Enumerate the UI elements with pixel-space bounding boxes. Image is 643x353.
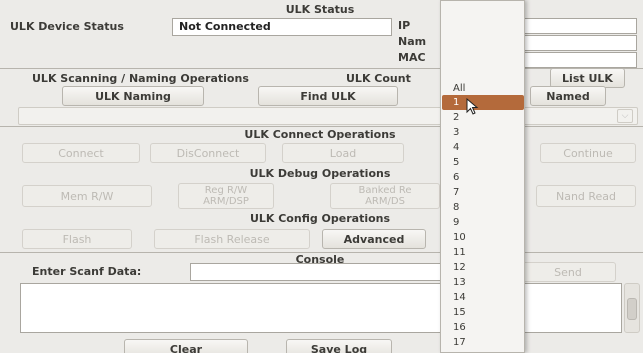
banked-reg-button[interactable]: Banked Re ARM/DS bbox=[330, 183, 440, 209]
dropdown-item-9[interactable]: 9 bbox=[442, 215, 524, 230]
dropdown-item-15[interactable]: 15 bbox=[442, 305, 524, 320]
scanf-label: Enter Scanf Data: bbox=[32, 265, 142, 278]
reg-rw-line2: ARM/DSP bbox=[203, 196, 249, 207]
reg-rw-line1: Reg R/W bbox=[204, 185, 248, 196]
continue-button[interactable]: Continue bbox=[540, 143, 636, 163]
dropdown-item-8[interactable]: 8 bbox=[442, 200, 524, 215]
dropdown-item-10[interactable]: 10 bbox=[442, 230, 524, 245]
dropdown-item-12[interactable]: 12 bbox=[442, 260, 524, 275]
device-status-label: ULK Device Status bbox=[10, 20, 124, 33]
dropdown-item-4[interactable]: 4 bbox=[442, 140, 524, 155]
dropdown-item-3[interactable]: 3 bbox=[442, 125, 524, 140]
status-header: ULK Status bbox=[285, 3, 355, 16]
console-output[interactable] bbox=[20, 283, 622, 333]
name-label: Nam bbox=[398, 35, 427, 48]
load-button[interactable]: Load bbox=[282, 143, 404, 163]
ulk-count-dropdown[interactable]: All 1 2 3 4 5 6 7 8 9 10 11 12 13 14 15 … bbox=[440, 0, 525, 353]
mac-label: MAC bbox=[398, 51, 426, 64]
scanf-input[interactable] bbox=[190, 263, 450, 281]
debug-header: ULK Debug Operations bbox=[249, 167, 391, 180]
ulk-count-label: ULK Count bbox=[346, 72, 411, 85]
dropdown-item-5[interactable]: 5 bbox=[442, 155, 524, 170]
scrollbar-thumb[interactable] bbox=[627, 298, 637, 320]
dropdown-item-16[interactable]: 16 bbox=[442, 320, 524, 335]
flash-release-button[interactable]: Flash Release bbox=[154, 229, 310, 249]
clear-button[interactable]: Clear bbox=[124, 339, 248, 353]
dropdown-item-7[interactable]: 7 bbox=[442, 185, 524, 200]
disconnect-button[interactable]: DisConnect bbox=[150, 143, 266, 163]
dropdown-item-11[interactable]: 11 bbox=[442, 245, 524, 260]
ip-label: IP bbox=[398, 19, 411, 32]
ulk-select-combo[interactable]: ⌵ bbox=[18, 107, 638, 125]
device-status-value: Not Connected bbox=[179, 20, 271, 33]
dropdown-item-14[interactable]: 14 bbox=[442, 290, 524, 305]
banked-reg-line2: ARM/DS bbox=[365, 196, 405, 207]
nand-read-button[interactable]: Nand Read bbox=[536, 185, 636, 207]
named-button[interactable]: Named bbox=[530, 86, 606, 106]
dropdown-item-17[interactable]: 17 bbox=[442, 335, 524, 350]
list-ulk-button[interactable]: List ULK bbox=[550, 68, 625, 88]
separator bbox=[0, 68, 643, 69]
config-header: ULK Config Operations bbox=[249, 212, 391, 225]
save-log-button[interactable]: Save Log bbox=[286, 339, 392, 353]
console-scrollbar[interactable] bbox=[624, 283, 640, 333]
mouse-cursor-icon bbox=[466, 98, 479, 115]
dropdown-item-13[interactable]: 13 bbox=[442, 275, 524, 290]
scanning-header: ULK Scanning / Naming Operations bbox=[32, 72, 249, 85]
reg-rw-button[interactable]: Reg R/W ARM/DSP bbox=[178, 183, 274, 209]
connect-button[interactable]: Connect bbox=[22, 143, 140, 163]
dropdown-item-2[interactable]: 2 bbox=[442, 110, 524, 125]
mem-rw-button[interactable]: Mem R/W bbox=[22, 185, 152, 207]
chevron-down-icon[interactable]: ⌵ bbox=[617, 109, 633, 123]
advanced-button[interactable]: Advanced bbox=[322, 229, 426, 249]
flash-button[interactable]: Flash bbox=[22, 229, 132, 249]
ulk-naming-button[interactable]: ULK Naming bbox=[62, 86, 204, 106]
banked-reg-line1: Banked Re bbox=[358, 185, 412, 196]
dropdown-item-all[interactable]: All bbox=[442, 81, 524, 96]
dropdown-item-1[interactable]: 1 bbox=[442, 95, 524, 110]
name-field[interactable] bbox=[524, 35, 637, 51]
ip-field[interactable] bbox=[524, 18, 637, 34]
find-ulk-button[interactable]: Find ULK bbox=[258, 86, 398, 106]
send-button[interactable]: Send bbox=[520, 262, 616, 282]
dropdown-item-6[interactable]: 6 bbox=[442, 170, 524, 185]
connect-header: ULK Connect Operations bbox=[244, 128, 396, 141]
mac-field[interactable] bbox=[524, 52, 637, 68]
device-status-field: Not Connected bbox=[172, 18, 392, 36]
separator bbox=[0, 126, 643, 127]
